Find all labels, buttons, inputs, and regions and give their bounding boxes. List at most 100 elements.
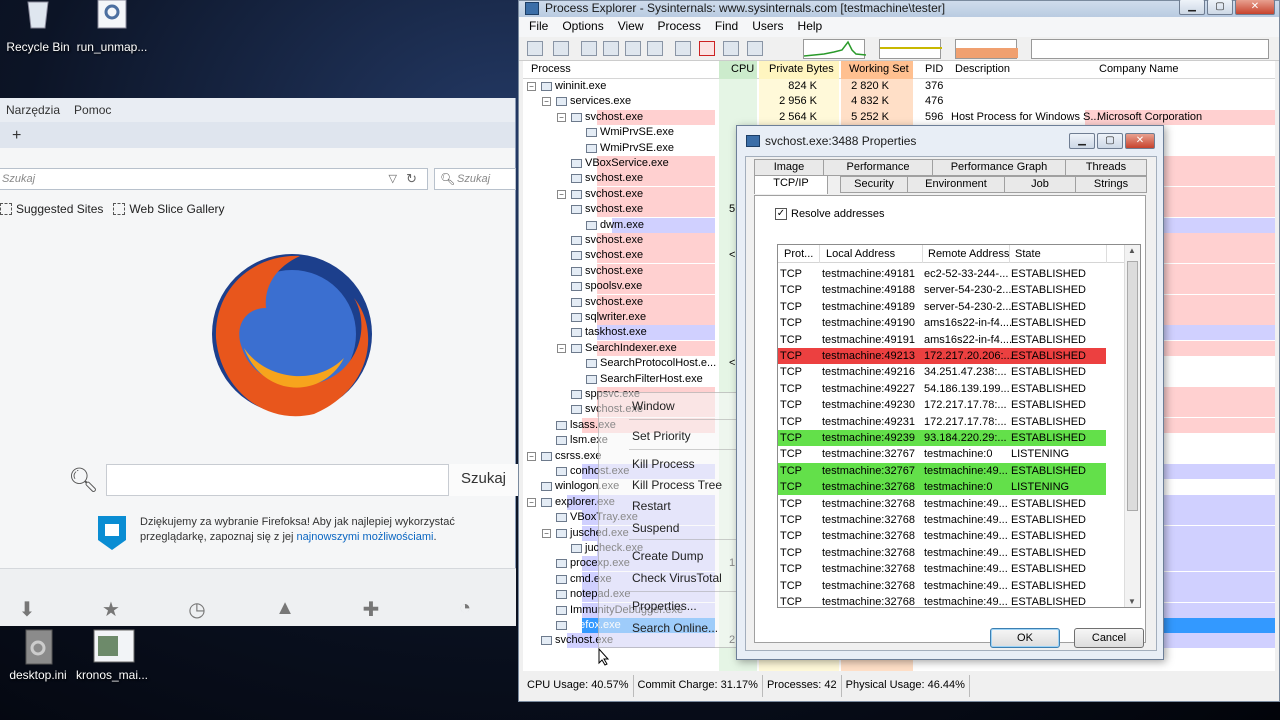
column-working-set[interactable]: Working Set [849,63,909,75]
tab-image[interactable]: Image [754,159,824,176]
properties-icon[interactable] [603,41,619,56]
tree-toggle-icon[interactable]: − [527,497,536,507]
menu-file[interactable]: File [529,19,548,35]
column-company[interactable]: Company Name [1099,63,1178,75]
menu-users[interactable]: Users [752,19,783,35]
options-icon[interactable]: ◔ [450,597,480,619]
connection-row[interactable]: TCP testmachine:32768 testmachine:49... EST… [778,545,1106,561]
connection-row[interactable]: TCP testmachine:32768 testmachine:49... EST… [778,496,1106,512]
tab-performance[interactable]: Performance [823,159,933,176]
process-row[interactable]: − services.exe 2 956 K 4 832 K 476 [523,94,1275,109]
connection-row[interactable]: TCP testmachine:32768 testmachine:49... EST… [778,594,1106,607]
menu-find[interactable]: Find [715,19,738,35]
bookmark-suggested-sites[interactable]: Suggested Sites [0,202,103,216]
connection-row[interactable]: TCP testmachine:49191 ams16s22-in-f4.... ES… [778,332,1106,348]
downloads-icon[interactable]: ⬇ [12,597,42,621]
find-window-icon[interactable] [647,41,663,56]
tab-security[interactable]: Security [840,176,908,193]
history-icon[interactable]: ◷ [182,597,212,621]
connections-list[interactable]: Prot... Local Address Remote Address Sta… [777,244,1141,608]
desktop-icon-kronos[interactable]: kronos_mai... [72,628,152,682]
menu-help[interactable]: Help [798,19,823,35]
chevron-down-icon[interactable]: ▽ [389,172,397,185]
commit-graph[interactable] [879,39,942,59]
system-info-icon[interactable] [581,41,597,56]
ok-button[interactable]: OK [990,628,1060,648]
tab-threads[interactable]: Threads [1065,159,1147,176]
physical-graph[interactable] [955,39,1018,59]
column-cpu[interactable]: CPU [731,63,754,75]
reload-icon[interactable]: ↻ [406,171,417,187]
column-remote-address[interactable]: Remote Address [928,248,1009,260]
save-icon[interactable] [527,41,543,56]
scrollbar-thumb[interactable] [1127,261,1138,511]
menu-tools[interactable]: Narzędzia [6,103,60,117]
url-input[interactable]: Szukaj ▽ ↻ [0,168,428,190]
lower-pane-icon[interactable] [625,41,641,56]
bookmark-web-slice-gallery[interactable]: Web Slice Gallery [113,202,225,216]
menu-process[interactable]: Process [658,19,701,35]
tree-toggle-icon[interactable]: − [527,82,536,91]
addons-icon[interactable]: ▲ [270,597,300,619]
io-graph[interactable] [1031,39,1269,59]
desktop-icon-desktop-ini[interactable]: desktop.ini [0,628,78,682]
column-private-bytes[interactable]: Private Bytes [769,63,834,75]
kill-process-icon[interactable] [699,41,715,56]
connection-row[interactable]: TCP testmachine:32768 testmachine:49... EST… [778,528,1106,544]
menu-help[interactable]: Pomoc [74,103,111,117]
options-icon[interactable] [675,41,691,56]
menu-options[interactable]: Options [562,19,603,35]
connection-row[interactable]: TCP testmachine:32768 testmachine:49... EST… [778,578,1106,594]
column-protocol[interactable]: Prot... [784,248,813,260]
cpu-graph[interactable] [803,39,867,59]
close-button[interactable]: ✕ [1235,0,1275,15]
tab-environment[interactable]: Environment [907,176,1005,193]
minimize-button[interactable]: ▁ [1179,0,1205,15]
scroll-up-icon[interactable]: ▲ [1128,246,1136,255]
bookmarks-icon[interactable]: ★ [96,597,126,621]
column-local-address[interactable]: Local Address [826,248,895,260]
column-state[interactable]: State [1015,248,1041,260]
connection-row[interactable]: TCP testmachine:49227 54.186.139.199... EST… [778,381,1106,397]
resolve-addresses-checkbox[interactable]: ✓ Resolve addresses [775,208,885,220]
connection-row[interactable]: TCP testmachine:49190 ams16s22-in-f4.... ES… [778,315,1106,331]
find-icon[interactable] [723,41,739,56]
connection-row[interactable]: TCP testmachine:49181 ec2-52-33-244-... EST… [778,266,1106,282]
maximize-button[interactable]: ▢ [1097,133,1123,149]
maximize-button[interactable]: ▢ [1207,0,1233,15]
desktop-icon-recycle-bin[interactable]: Recycle Bin [0,0,78,54]
tree-toggle-icon[interactable]: − [557,112,566,122]
connection-row[interactable]: TCP testmachine:32767 testmachine:49... EST… [778,462,1106,479]
column-pid[interactable]: PID [925,63,943,75]
home-search-button[interactable]: Szukaj [448,464,518,496]
scroll-down-icon[interactable]: ▼ [1128,597,1136,606]
column-description[interactable]: Description [955,63,1010,75]
connection-row[interactable]: TCP testmachine:49231 172.217.17.78:... EST… [778,414,1106,430]
connection-row[interactable]: TCP testmachine:32768 testmachine:49... EST… [778,561,1106,577]
process-row[interactable]: − wininit.exe 824 K 2 820 K 376 [523,79,1275,94]
tab-job[interactable]: Job [1004,176,1076,193]
cancel-button[interactable]: Cancel [1074,628,1144,648]
target-icon[interactable] [747,41,763,56]
connection-row[interactable]: TCP testmachine:49239 93.184.220.29:... EST… [778,430,1106,446]
refresh-icon[interactable] [553,41,569,56]
desktop-icon-run-unmap[interactable]: run_unmap... [72,0,152,54]
connection-row[interactable]: TCP testmachine:49216 34.251.47.238:... EST… [778,364,1106,380]
connection-row[interactable]: TCP testmachine:49213 172.217.20.206:... ES… [778,348,1106,364]
connection-row[interactable]: TCP testmachine:32768 testmachine:49... EST… [778,512,1106,528]
column-process[interactable]: Process [531,63,571,75]
tree-toggle-icon[interactable]: − [557,189,566,199]
tab-tcp-ip[interactable]: TCP/IP [754,175,828,194]
vertical-scrollbar[interactable]: ▲ ▼ [1124,245,1140,607]
connection-row[interactable]: TCP testmachine:49188 server-54-230-2... ES… [778,282,1106,298]
connection-row[interactable]: TCP testmachine:32768 testmachine:0 LISTENI… [778,479,1106,496]
connection-row[interactable]: TCP testmachine:49189 server-54-230-2... ES… [778,299,1106,315]
sync-icon[interactable]: ✚ [356,597,386,621]
new-tab-icon[interactable]: + [12,127,21,145]
connection-row[interactable]: TCP testmachine:49230 172.217.17.78:... EST… [778,397,1106,413]
search-input[interactable]: 🔍︎ Szukaj [434,168,516,190]
tab-strings[interactable]: Strings [1075,176,1147,193]
close-button[interactable]: ✕ [1125,133,1155,149]
process-row[interactable]: − svchost.exe 2 564 K 5 252 K 596 Host Proces… [523,109,1275,125]
tree-toggle-icon[interactable]: − [527,451,536,461]
